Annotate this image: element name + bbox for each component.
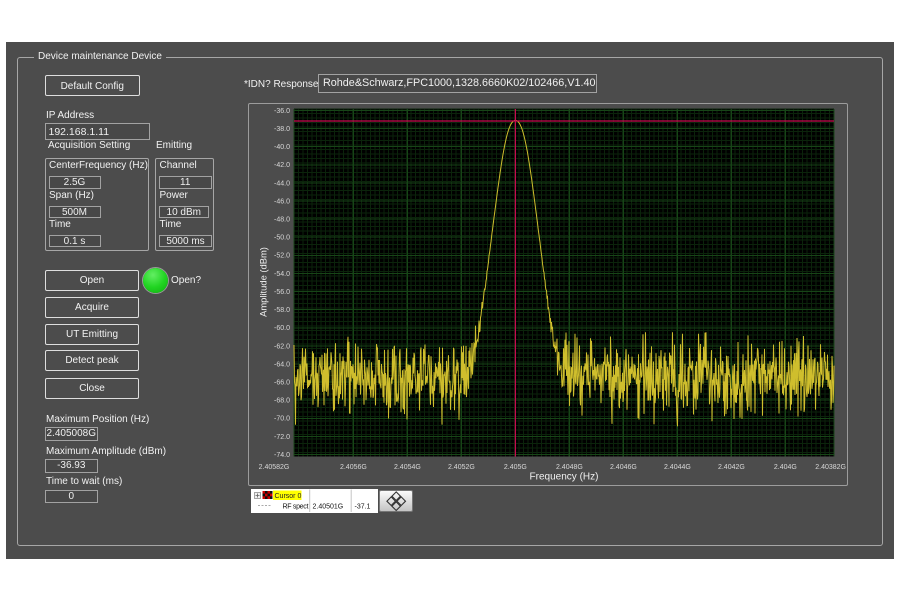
svg-text:2.405G: 2.405G: [503, 464, 526, 471]
svg-text:2.40582G: 2.40582G: [258, 464, 289, 471]
svg-text:-54.0: -54.0: [274, 270, 290, 277]
svg-text:2.4048G: 2.4048G: [555, 464, 582, 471]
svg-text:2.404G: 2.404G: [773, 464, 796, 471]
svg-text:-62.0: -62.0: [274, 343, 290, 350]
svg-text:-60.0: -60.0: [274, 325, 290, 332]
svg-text:2.4044G: 2.4044G: [663, 464, 690, 471]
svg-text:-58.0: -58.0: [274, 307, 290, 314]
svg-text:2.4056G: 2.4056G: [339, 464, 366, 471]
svg-text:2.4054G: 2.4054G: [393, 464, 420, 471]
svg-text:-44.0: -44.0: [274, 180, 290, 187]
svg-text:-66.0: -66.0: [274, 379, 290, 386]
svg-text:-36.0: -36.0: [274, 107, 290, 114]
svg-text:2.40382G: 2.40382G: [815, 464, 846, 471]
svg-text:-56.0: -56.0: [274, 289, 290, 296]
svg-text:2.40501G: 2.40501G: [313, 503, 344, 510]
svg-text:-38.0: -38.0: [274, 126, 290, 133]
svg-text:-68.0: -68.0: [274, 397, 290, 404]
svg-text:Amplitude (dBm): Amplitude (dBm): [257, 247, 268, 317]
svg-text:-70.0: -70.0: [274, 415, 290, 422]
svg-text:2.4052G: 2.4052G: [447, 464, 474, 471]
svg-text:-74.0: -74.0: [274, 451, 290, 458]
svg-text:-52.0: -52.0: [274, 252, 290, 259]
svg-text:-64.0: -64.0: [274, 361, 290, 368]
svg-text:-48.0: -48.0: [274, 216, 290, 223]
svg-text:-42.0: -42.0: [274, 162, 290, 169]
svg-text:-40.0: -40.0: [274, 144, 290, 151]
svg-text:-46.0: -46.0: [274, 198, 290, 205]
svg-text:Cursor 0: Cursor 0: [275, 493, 302, 500]
svg-text:-37.1: -37.1: [355, 503, 371, 510]
svg-text:2.4042G: 2.4042G: [717, 464, 744, 471]
svg-text:Frequency (Hz): Frequency (Hz): [529, 471, 598, 482]
svg-text:-72.0: -72.0: [274, 433, 290, 440]
svg-text:2.4046G: 2.4046G: [609, 464, 636, 471]
svg-text:RF spect: RF spect: [283, 503, 309, 510]
svg-text:-50.0: -50.0: [274, 234, 290, 241]
